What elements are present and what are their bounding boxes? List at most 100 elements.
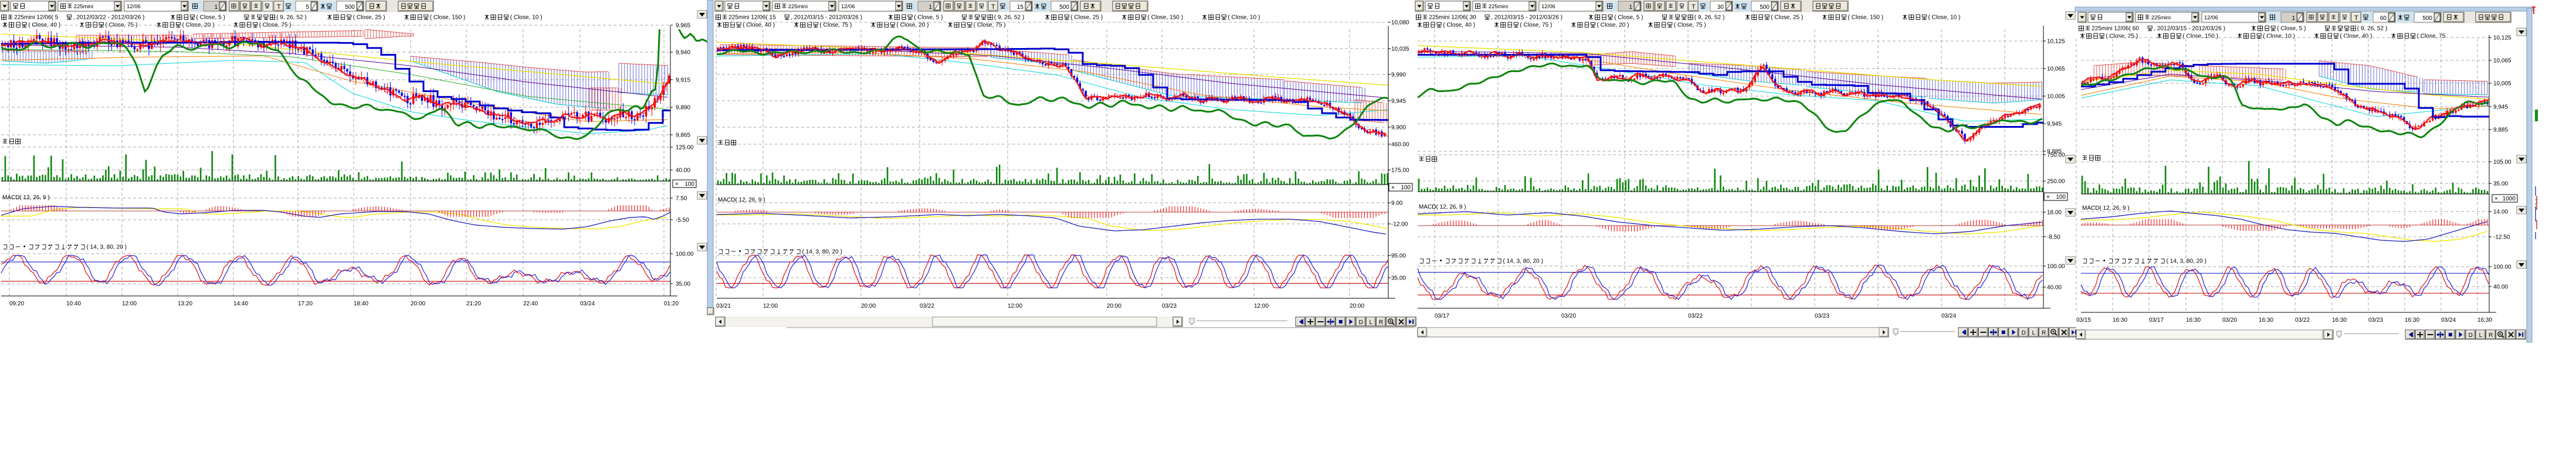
svg-text:20:00: 20:00 bbox=[1107, 303, 1121, 309]
svg-text:( Close, 75 ): ( Close, 75 ) bbox=[974, 22, 1006, 29]
svg-text:100.00: 100.00 bbox=[2493, 264, 2511, 271]
svg-text:( Close, 150 ): ( Close, 150 ) bbox=[2182, 33, 2218, 40]
svg-text:×: × bbox=[2494, 196, 2498, 202]
svg-text:D: D bbox=[2469, 332, 2473, 339]
svg-text:10,125: 10,125 bbox=[2047, 39, 2065, 45]
svg-text:( 14, 3, 80, 20 ): ( 14, 3, 80, 20 ) bbox=[802, 249, 842, 256]
svg-text:03/15: 03/15 bbox=[2076, 317, 2091, 323]
svg-text:12:00: 12:00 bbox=[122, 301, 137, 307]
svg-text:12/06: 12/06 bbox=[1541, 4, 1555, 10]
svg-text:01:20: 01:20 bbox=[664, 301, 679, 307]
svg-text:13:20: 13:20 bbox=[178, 301, 192, 307]
svg-text:60: 60 bbox=[2380, 15, 2387, 22]
svg-text:100.00: 100.00 bbox=[2047, 264, 2065, 270]
svg-text:95.00: 95.00 bbox=[1391, 253, 1406, 260]
svg-text:03/20: 03/20 bbox=[2222, 317, 2237, 323]
svg-text:35.00: 35.00 bbox=[2493, 181, 2508, 188]
svg-text:( 9, 26, 52 ): ( 9, 26, 52 ) bbox=[276, 15, 307, 21]
svg-text:21:20: 21:20 bbox=[466, 301, 481, 307]
svg-text:16:30: 16:30 bbox=[2405, 317, 2419, 323]
svg-text:, 2012/03/15 - 2012/03/26 ): , 2012/03/15 - 2012/03/26 ) bbox=[2154, 26, 2225, 32]
svg-text:16:30: 16:30 bbox=[2186, 317, 2201, 323]
svg-text:10,005: 10,005 bbox=[2047, 94, 2065, 100]
svg-text:10:40: 10:40 bbox=[66, 301, 81, 307]
svg-text:40.00: 40.00 bbox=[2047, 285, 2062, 291]
svg-text:03/24: 03/24 bbox=[580, 301, 595, 307]
svg-text:12:00: 12:00 bbox=[1254, 303, 1269, 309]
svg-text:( Close, 10 ): ( Close, 10 ) bbox=[510, 15, 543, 21]
svg-text:03/22: 03/22 bbox=[2295, 317, 2310, 323]
svg-text:125.00: 125.00 bbox=[676, 145, 694, 151]
svg-text:9,890: 9,890 bbox=[676, 105, 690, 111]
svg-text:9,885: 9,885 bbox=[2493, 127, 2508, 134]
svg-text:( Close, 150 ): ( Close, 150 ) bbox=[1848, 15, 1884, 21]
svg-text:100: 100 bbox=[2056, 194, 2066, 200]
svg-text:03/17: 03/17 bbox=[1435, 313, 1449, 319]
svg-text:03/23: 03/23 bbox=[2368, 317, 2383, 323]
svg-text:L: L bbox=[2032, 330, 2036, 336]
svg-text:( 14, 3, 80, 20 ): ( 14, 3, 80, 20 ) bbox=[87, 244, 127, 251]
svg-text:12/06: 12/06 bbox=[2204, 15, 2218, 21]
svg-text:R: R bbox=[2042, 330, 2046, 336]
svg-text:, 2012/03/22 - 2012/03/26 ): , 2012/03/22 - 2012/03/26 ) bbox=[73, 15, 145, 21]
svg-text:×: × bbox=[675, 181, 679, 188]
svg-text:T: T bbox=[1692, 4, 1696, 11]
svg-text:9.00: 9.00 bbox=[1391, 200, 1403, 207]
svg-text:20:00: 20:00 bbox=[1350, 303, 1364, 309]
svg-text:14.00: 14.00 bbox=[2493, 209, 2508, 216]
svg-text:MACD( 12, 26, 9 ): MACD( 12, 26, 9 ) bbox=[718, 197, 765, 203]
svg-text:T: T bbox=[991, 4, 995, 11]
svg-text:9,965: 9,965 bbox=[676, 23, 690, 29]
svg-text:30: 30 bbox=[1717, 4, 1724, 11]
svg-text:( Close, 5 ): ( Close, 5 ) bbox=[1614, 15, 1643, 21]
svg-text:R: R bbox=[1379, 319, 1383, 326]
svg-text:1: 1 bbox=[1629, 4, 1632, 11]
svg-text:1: 1 bbox=[214, 4, 218, 11]
svg-text:( Close, 20 ): ( Close, 20 ) bbox=[897, 22, 929, 29]
svg-text:10,005: 10,005 bbox=[2493, 81, 2511, 87]
svg-text:12/06: 12/06 bbox=[841, 4, 855, 10]
svg-text:750.00: 750.00 bbox=[2047, 152, 2065, 159]
svg-text:40.00: 40.00 bbox=[2493, 284, 2508, 291]
svg-text:1000: 1000 bbox=[2503, 196, 2516, 202]
svg-text:( Close, 75 ): ( Close, 75 ) bbox=[1520, 22, 1552, 29]
svg-text:18.00: 18.00 bbox=[2047, 210, 2062, 216]
svg-text:03/24: 03/24 bbox=[1941, 313, 1956, 319]
svg-text:( Close, 75 ): ( Close, 75 ) bbox=[105, 22, 137, 29]
svg-text:500: 500 bbox=[1059, 4, 1069, 11]
svg-text:16:30: 16:30 bbox=[2113, 317, 2127, 323]
svg-text:( Close, 20 ): ( Close, 20 ) bbox=[1597, 22, 1629, 29]
svg-text:03/21: 03/21 bbox=[716, 303, 731, 309]
svg-text:500: 500 bbox=[2422, 15, 2432, 22]
svg-text:460.00: 460.00 bbox=[1391, 142, 1409, 148]
svg-text:40.00: 40.00 bbox=[676, 168, 690, 174]
svg-text:100.00: 100.00 bbox=[676, 251, 694, 258]
svg-text:12/06: 12/06 bbox=[127, 4, 141, 10]
svg-text:16:30: 16:30 bbox=[2259, 317, 2273, 323]
svg-text:15: 15 bbox=[1017, 4, 1024, 11]
svg-text:03/22: 03/22 bbox=[920, 303, 934, 309]
svg-text:-12.00: -12.00 bbox=[1391, 222, 1408, 228]
svg-text:225mini 12/06( 30: 225mini 12/06( 30 bbox=[1429, 15, 1476, 21]
svg-text:×: × bbox=[2046, 194, 2050, 200]
svg-text:225mini 12/06( 15: 225mini 12/06( 15 bbox=[728, 15, 776, 21]
svg-text:12:00: 12:00 bbox=[1008, 303, 1022, 309]
svg-text:03/23: 03/23 bbox=[1162, 303, 1177, 309]
svg-text:500: 500 bbox=[1760, 4, 1770, 11]
svg-text:, 2012/03/15 - 2012/03/26 ): , 2012/03/15 - 2012/03/26 ) bbox=[791, 15, 862, 21]
svg-text:22:40: 22:40 bbox=[523, 301, 538, 307]
svg-text:( 9, 26, 52 ): ( 9, 26, 52 ) bbox=[994, 15, 1025, 21]
svg-text:T: T bbox=[2354, 15, 2358, 22]
svg-text:225mini 12/06( 60: 225mini 12/06( 60 bbox=[2092, 26, 2139, 32]
svg-text:( Close, 150 ): ( Close, 150 ) bbox=[1148, 15, 1184, 21]
svg-text:( Close, 40 ): ( Close, 40 ) bbox=[743, 22, 775, 29]
svg-text:L: L bbox=[2479, 332, 2483, 339]
svg-text:35.00: 35.00 bbox=[1391, 275, 1406, 282]
svg-text:( Close, 25 ): ( Close, 25 ) bbox=[1070, 15, 1103, 21]
svg-text:10,065: 10,065 bbox=[2493, 58, 2511, 64]
svg-text:9,865: 9,865 bbox=[676, 132, 690, 139]
svg-text:T: T bbox=[277, 4, 281, 11]
svg-text:1: 1 bbox=[2292, 15, 2295, 22]
svg-text:, 2012/03/15 - 2012/03/26 ): , 2012/03/15 - 2012/03/26 ) bbox=[1491, 15, 1562, 21]
svg-text:17:20: 17:20 bbox=[298, 301, 313, 307]
